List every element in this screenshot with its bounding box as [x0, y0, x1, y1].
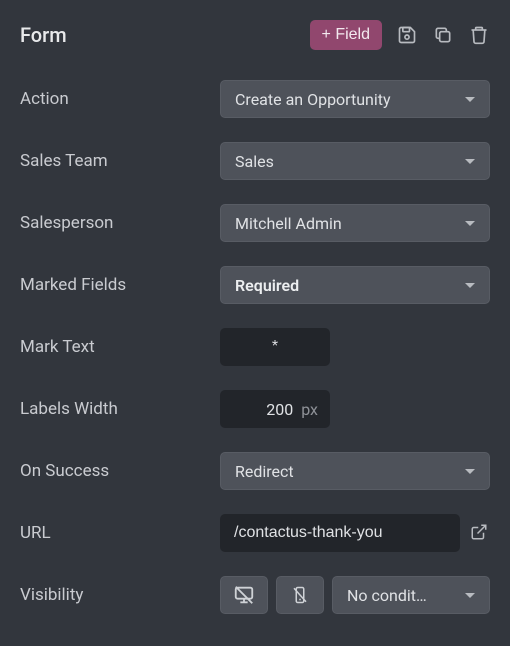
row-visibility: Visibility	[20, 564, 490, 626]
row-on-success: On Success Redirect	[20, 440, 490, 502]
chevron-down-icon	[465, 97, 475, 102]
mobile-off-icon	[291, 585, 309, 605]
label-action: Action	[20, 89, 220, 109]
external-link-icon[interactable]	[470, 523, 490, 543]
label-mark-text: Mark Text	[20, 337, 220, 357]
toggle-mobile-hidden[interactable]	[276, 576, 324, 614]
panel-header: Form + Field	[20, 0, 490, 68]
label-sales-team: Sales Team	[20, 151, 220, 171]
select-sales-team-value: Sales	[235, 152, 274, 171]
row-labels-width: Labels Width 200 px	[20, 378, 490, 440]
desktop-off-icon	[233, 584, 255, 606]
label-url: URL	[20, 523, 220, 543]
form-settings-panel: Form + Field	[0, 0, 510, 646]
chevron-down-icon	[465, 469, 475, 474]
row-sales-team: Sales Team Sales	[20, 130, 490, 192]
select-visibility-value: No condit…	[347, 586, 427, 605]
chevron-down-icon	[465, 221, 475, 226]
select-salesperson[interactable]: Mitchell Admin	[220, 204, 490, 242]
header-action-group: + Field	[310, 20, 490, 50]
select-action[interactable]: Create an Opportunity	[220, 80, 490, 118]
label-on-success: On Success	[20, 461, 220, 481]
row-marked-fields: Marked Fields Required	[20, 254, 490, 316]
label-marked-fields: Marked Fields	[20, 275, 220, 295]
toggle-desktop-hidden[interactable]	[220, 576, 268, 614]
input-mark-text[interactable]	[220, 328, 330, 366]
select-salesperson-value: Mitchell Admin	[235, 214, 342, 233]
select-on-success[interactable]: Redirect	[220, 452, 490, 490]
row-mark-text: Mark Text	[20, 316, 490, 378]
input-labels-width-unit: px	[301, 400, 318, 419]
row-action: Action Create an Opportunity	[20, 68, 490, 130]
add-field-button[interactable]: + Field	[310, 20, 382, 50]
row-url: URL	[20, 502, 490, 564]
save-icon[interactable]	[396, 24, 418, 46]
label-salesperson: Salesperson	[20, 213, 220, 233]
input-labels-width[interactable]: 200 px	[220, 390, 330, 428]
input-labels-width-value: 200	[253, 400, 293, 419]
copy-icon[interactable]	[432, 24, 454, 46]
select-visibility-condition[interactable]: No condit…	[332, 576, 490, 614]
label-labels-width: Labels Width	[20, 399, 220, 419]
select-sales-team[interactable]: Sales	[220, 142, 490, 180]
chevron-down-icon	[465, 593, 475, 598]
trash-icon[interactable]	[468, 24, 490, 46]
select-marked-fields[interactable]: Required	[220, 266, 490, 304]
label-visibility: Visibility	[20, 585, 220, 605]
select-on-success-value: Redirect	[235, 462, 294, 481]
add-field-button-label: + Field	[322, 26, 370, 44]
chevron-down-icon	[465, 159, 475, 164]
chevron-down-icon	[465, 283, 475, 288]
row-salesperson: Salesperson Mitchell Admin	[20, 192, 490, 254]
panel-title: Form	[20, 23, 67, 47]
select-marked-fields-value: Required	[235, 276, 299, 295]
select-action-value: Create an Opportunity	[235, 90, 391, 109]
input-url[interactable]	[220, 514, 460, 552]
